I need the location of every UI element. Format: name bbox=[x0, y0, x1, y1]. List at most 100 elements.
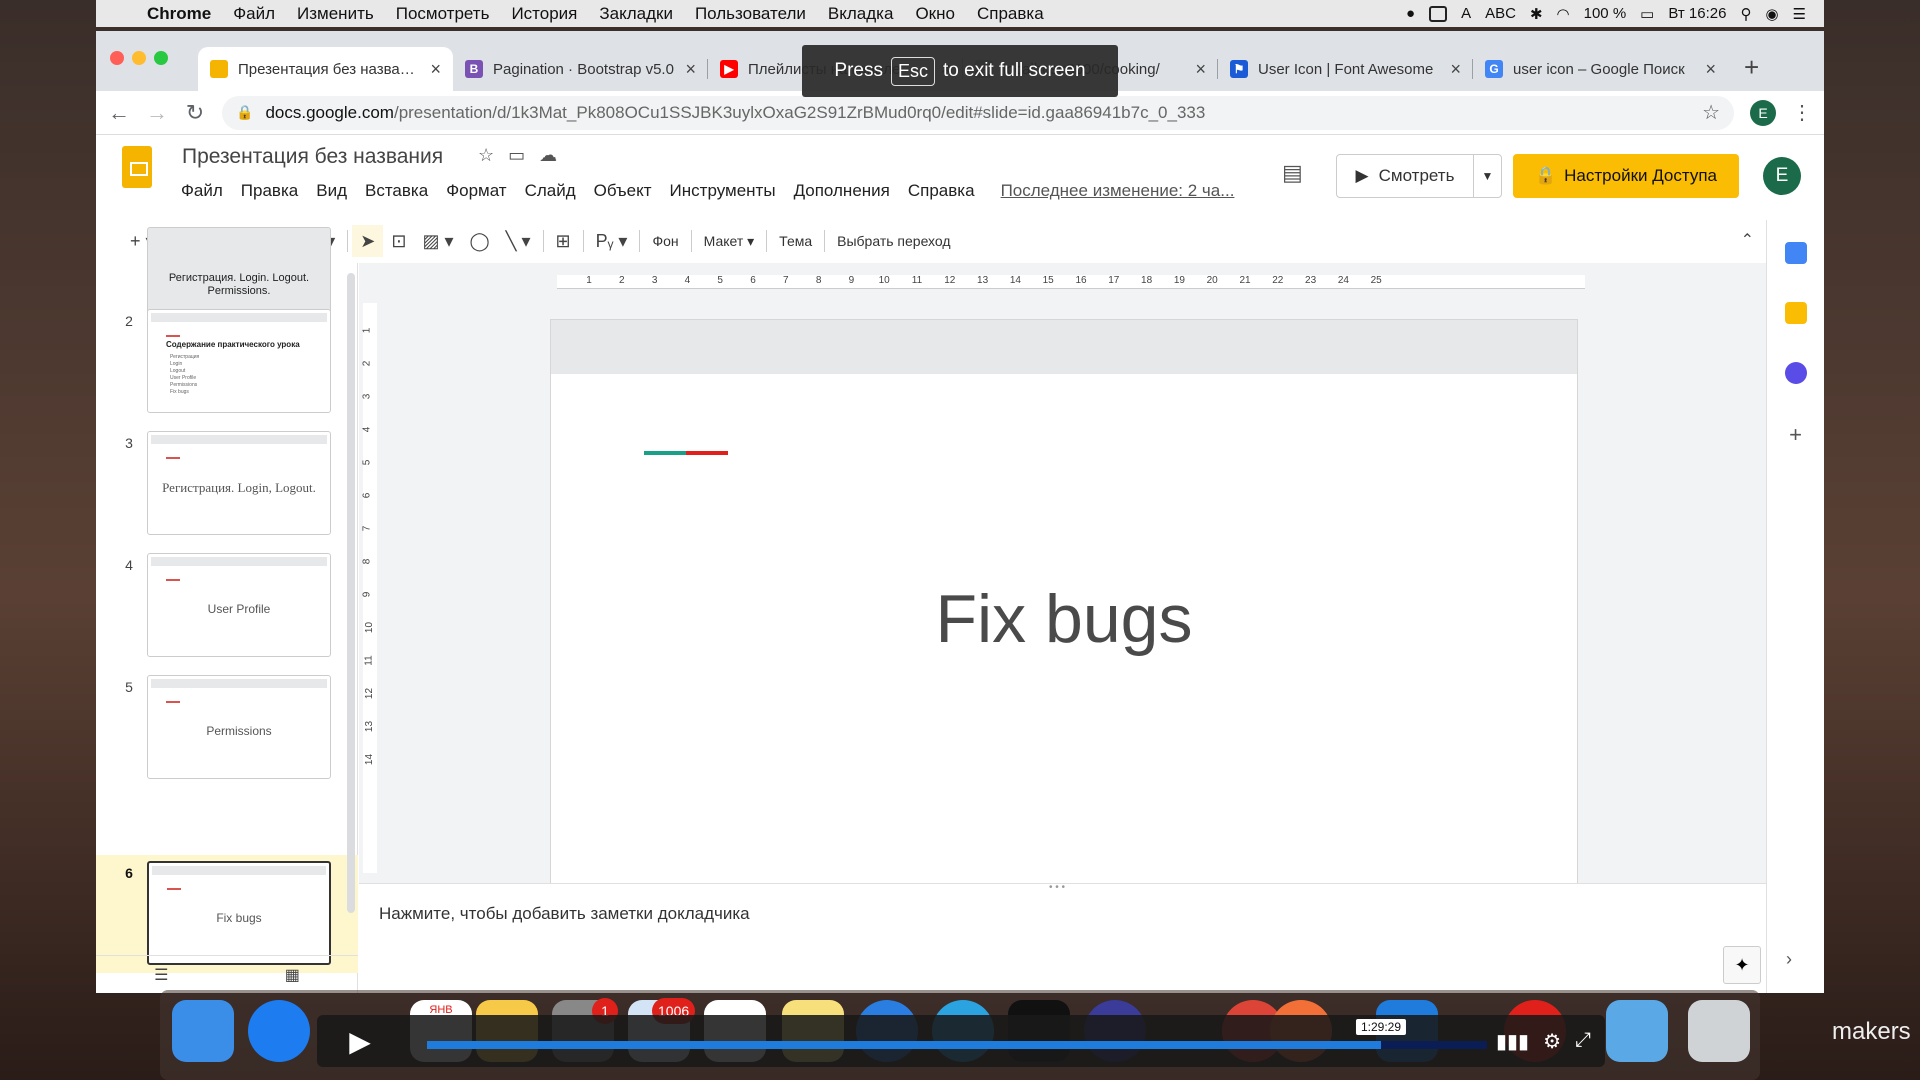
line-icon[interactable]: ╲ ▾ bbox=[498, 225, 539, 257]
record-icon[interactable]: ● bbox=[1406, 5, 1415, 22]
slide-row-2[interactable]: 2 Содержание практического урока Регистр… bbox=[96, 307, 358, 415]
doc-menu-edit[interactable]: Правка bbox=[241, 181, 298, 201]
menu-people[interactable]: Пользователи bbox=[684, 4, 817, 24]
calendar-icon[interactable] bbox=[1784, 242, 1807, 264]
doc-menu-arrange[interactable]: Объект bbox=[594, 181, 652, 201]
url-omnibox[interactable]: 🔒 docs.google.com /presentation/d/1k3Mat… bbox=[222, 95, 1734, 130]
battery-percent[interactable]: 100 % bbox=[1584, 5, 1627, 22]
doc-menu-help[interactable]: Справка bbox=[908, 181, 975, 201]
reload-icon[interactable]: ↻ bbox=[184, 100, 206, 126]
minimize-window-button[interactable] bbox=[132, 51, 146, 65]
doc-menu-format[interactable]: Формат bbox=[446, 181, 506, 201]
fullscreen-icon[interactable]: ⤢ bbox=[1575, 1029, 1591, 1054]
slide-row-3[interactable]: 3 Регистрация. Login, Logout. bbox=[96, 429, 358, 537]
menu-help[interactable]: Справка bbox=[966, 4, 1055, 24]
slide-thumbnail-4[interactable]: User Profile bbox=[147, 553, 331, 657]
tab-bootstrap[interactable]: B Pagination · Bootstrap v5.0 × bbox=[453, 47, 708, 91]
filmstrip-scrollbar[interactable] bbox=[347, 273, 355, 913]
slide-thumbnail-6[interactable]: Fix bugs bbox=[147, 861, 331, 965]
doc-menu-slide[interactable]: Слайд bbox=[525, 181, 576, 201]
add-addon-icon[interactable]: + bbox=[1789, 422, 1802, 448]
volume-icon[interactable]: ▮▮▮ bbox=[1496, 1029, 1529, 1054]
transition-button[interactable]: Выбрать переход bbox=[829, 225, 958, 257]
close-tab-icon[interactable]: × bbox=[1705, 59, 1716, 80]
menu-app-name[interactable]: Chrome bbox=[136, 4, 222, 24]
select-cursor-icon[interactable]: ➤ bbox=[352, 225, 384, 257]
tab-fontawesome[interactable]: ⚑ User Icon | Font Awesome × bbox=[1218, 47, 1473, 91]
image-icon[interactable]: ▨ ▾ bbox=[414, 225, 461, 257]
collapse-toolbar-icon[interactable]: ⌃ bbox=[1741, 230, 1754, 250]
battery-icon[interactable]: ▭ bbox=[1640, 5, 1654, 23]
tasks-icon[interactable] bbox=[1784, 362, 1807, 384]
slides-logo-icon[interactable] bbox=[122, 146, 152, 188]
text-box-icon[interactable]: ⊡ bbox=[383, 225, 414, 257]
chrome-menu-icon[interactable]: ⋮ bbox=[1792, 100, 1812, 125]
horizontal-ruler[interactable]: 1 2 3 4 5 6 7 8 9 10 11 12 13 14 15 16 17 18 19 20 21 22 23 24 2… bbox=[557, 275, 1585, 289]
input-source-icon[interactable]: A bbox=[1461, 5, 1471, 22]
speaker-notes[interactable]: • • • Нажмите, чтобы добавить заметки до… bbox=[359, 882, 1766, 993]
document-title[interactable]: Презентация без названия bbox=[182, 145, 443, 169]
doc-menu-addons[interactable]: Дополнения bbox=[794, 181, 890, 201]
accent-line[interactable] bbox=[644, 451, 728, 455]
doc-menu-insert[interactable]: Вставка bbox=[365, 181, 428, 201]
expand-panel-icon[interactable]: › bbox=[1786, 949, 1792, 970]
wifi-icon[interactable]: ◠ bbox=[1557, 5, 1570, 23]
explore-icon[interactable]: ✦ bbox=[1723, 946, 1761, 984]
spotlight-icon[interactable]: ⚲ bbox=[1740, 5, 1751, 23]
filmstrip-view-icon[interactable]: ☰ bbox=[154, 965, 168, 985]
resize-grip-icon[interactable]: • • • bbox=[1049, 882, 1065, 893]
background-button[interactable]: Фон bbox=[644, 225, 686, 257]
keep-icon[interactable] bbox=[1784, 302, 1807, 324]
video-progress-track[interactable]: 1:29:29 bbox=[427, 1019, 1487, 1049]
window-icon[interactable] bbox=[1429, 5, 1448, 22]
notification-center-icon[interactable]: ☰ bbox=[1793, 5, 1806, 23]
theme-button[interactable]: Тема bbox=[771, 225, 820, 257]
close-tab-icon[interactable]: × bbox=[1450, 59, 1461, 80]
share-button[interactable]: 🔒 Настройки Доступа bbox=[1513, 154, 1739, 198]
layout-button[interactable]: Макет ▾ bbox=[696, 225, 763, 257]
close-tab-icon[interactable]: × bbox=[1195, 59, 1206, 80]
tab-slides[interactable]: Презентация без названия × bbox=[198, 47, 453, 91]
move-folder-icon[interactable]: ▭ bbox=[508, 145, 525, 166]
comments-icon[interactable]: ▤ bbox=[1282, 160, 1303, 186]
input-source-label[interactable]: ABC bbox=[1485, 5, 1516, 22]
play-icon[interactable]: ▶ bbox=[325, 1021, 395, 1061]
comment-add-icon[interactable]: ⊞ bbox=[548, 225, 579, 257]
star-icon[interactable]: ☆ bbox=[478, 145, 494, 166]
menu-edit[interactable]: Изменить bbox=[286, 4, 385, 24]
zoom-window-button[interactable] bbox=[154, 51, 168, 65]
slide-row-5[interactable]: 5 Permissions bbox=[96, 673, 358, 781]
menu-tab[interactable]: Вкладка bbox=[817, 4, 905, 24]
downloads-folder-icon[interactable] bbox=[1606, 1000, 1668, 1062]
slide-title[interactable]: Fix bugs bbox=[551, 580, 1577, 658]
present-dropdown-icon[interactable]: ▼ bbox=[1473, 155, 1501, 197]
cloud-saved-icon[interactable]: ☁ bbox=[539, 145, 557, 166]
doc-menu-file[interactable]: Файл bbox=[181, 181, 223, 201]
slide-row-4[interactable]: 4 User Profile bbox=[96, 551, 358, 659]
new-tab-button[interactable]: + bbox=[1728, 52, 1775, 91]
shape-icon[interactable]: ◯ bbox=[462, 225, 498, 257]
close-window-button[interactable] bbox=[110, 51, 124, 65]
input-tools-icon[interactable]: Pᵧ ▾ bbox=[588, 225, 636, 257]
bookmark-star-icon[interactable]: ☆ bbox=[1702, 100, 1720, 125]
grid-view-icon[interactable]: ▦ bbox=[285, 965, 300, 985]
trash-icon[interactable] bbox=[1688, 1000, 1750, 1062]
vertical-ruler[interactable]: 1 2 3 4 5 6 7 8 9 10 11 12 13 14 bbox=[361, 303, 377, 873]
menu-history[interactable]: История bbox=[500, 4, 588, 24]
lock-icon[interactable]: 🔒 bbox=[236, 104, 253, 121]
present-button[interactable]: ▶ Смотреть ▼ bbox=[1336, 154, 1502, 198]
menu-file[interactable]: Файл bbox=[222, 4, 286, 24]
settings-gear-icon[interactable]: ⚙ bbox=[1543, 1029, 1561, 1054]
slide-thumbnail-3[interactable]: Регистрация. Login, Logout. bbox=[147, 431, 331, 535]
siri-icon[interactable]: ◉ bbox=[1765, 5, 1778, 23]
menu-view[interactable]: Посмотреть bbox=[385, 4, 501, 24]
slide-thumbnail-5[interactable]: Permissions bbox=[147, 675, 331, 779]
current-slide[interactable]: Fix bugs bbox=[551, 320, 1577, 898]
doc-menu-tools[interactable]: Инструменты bbox=[670, 181, 776, 201]
clock[interactable]: Вт 16:26 bbox=[1668, 5, 1726, 22]
last-edit-link[interactable]: Последнее изменение: 2 ча... bbox=[1001, 181, 1235, 201]
profile-avatar[interactable]: E bbox=[1750, 99, 1776, 126]
menu-bookmarks[interactable]: Закладки bbox=[588, 4, 684, 24]
close-tab-icon[interactable]: × bbox=[685, 59, 696, 80]
close-tab-icon[interactable]: × bbox=[430, 59, 441, 80]
